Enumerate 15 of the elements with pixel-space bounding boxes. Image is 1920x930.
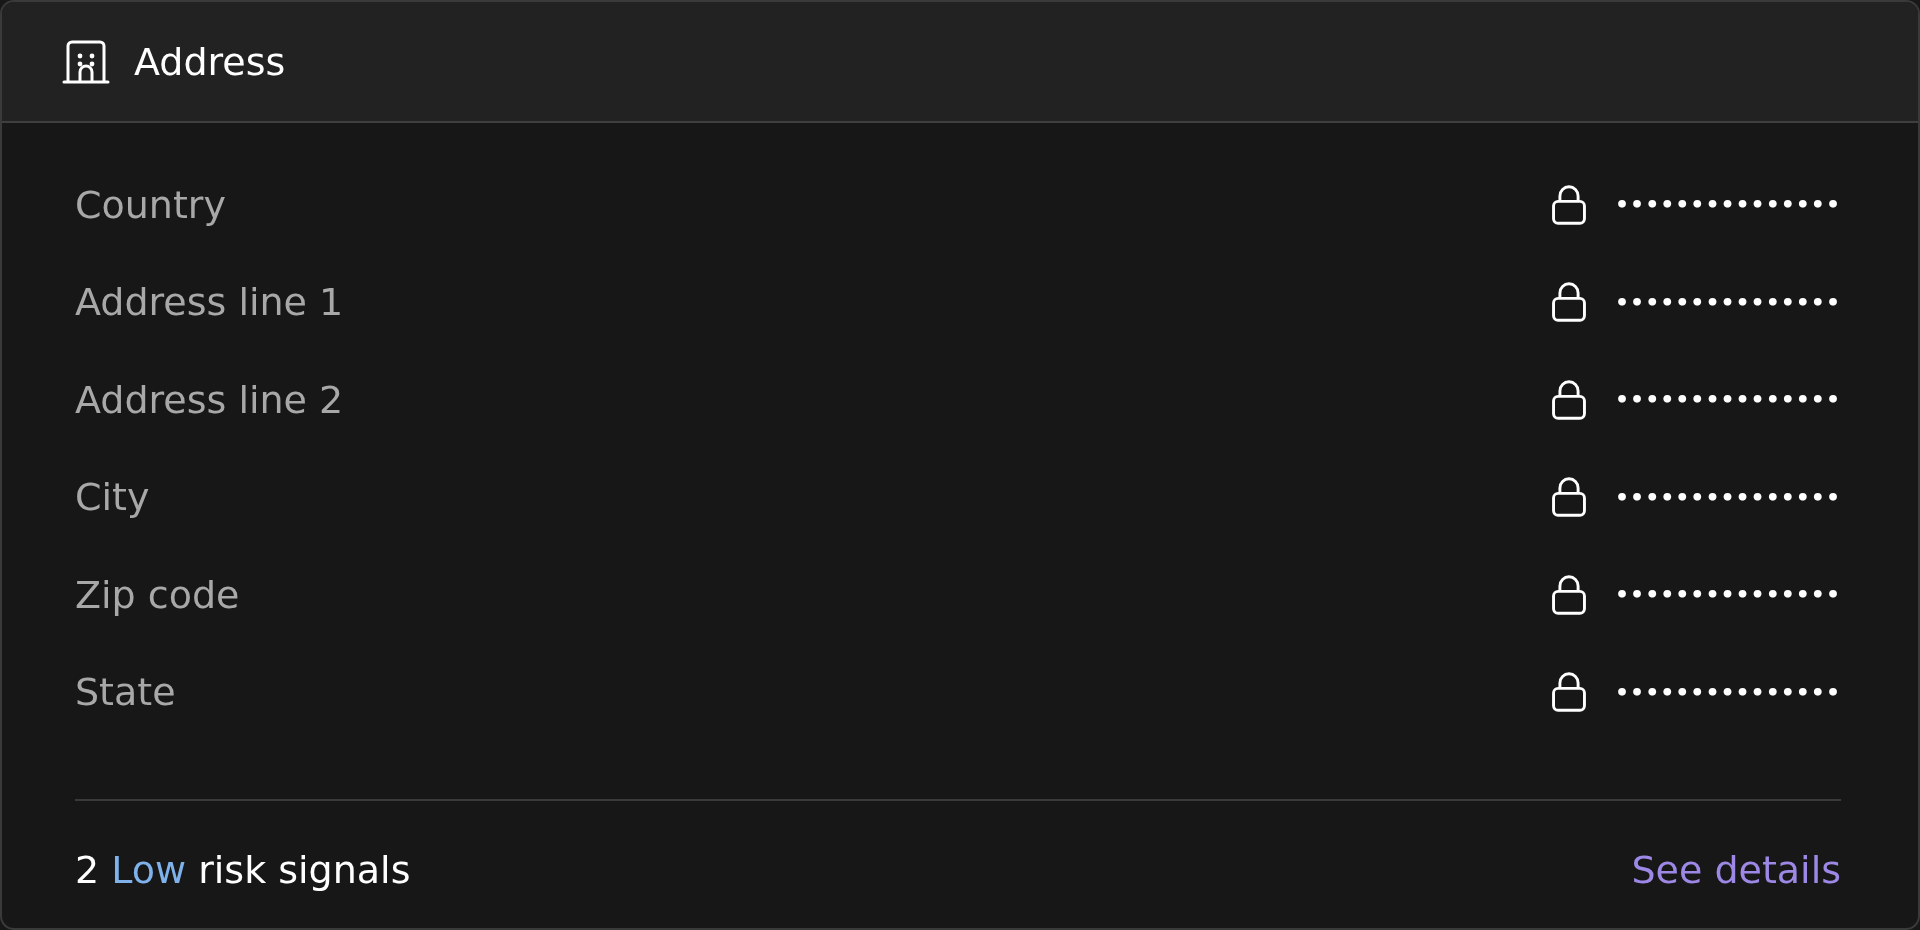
field-label: Address line 1 (75, 280, 344, 325)
masked-value: ••••••••••••••• (1615, 192, 1841, 218)
masked-value: ••••••••••••••• (1615, 582, 1841, 608)
field-label: Zip code (75, 572, 240, 617)
masked-value: ••••••••••••••• (1615, 484, 1841, 510)
masked-value: ••••••••••••••• (1615, 387, 1841, 413)
masked-value: ••••••••••••••• (1615, 679, 1841, 705)
field-label: State (75, 670, 176, 715)
card-title: Address (134, 39, 286, 84)
field-label: City (75, 475, 150, 520)
field-label: Address line 2 (75, 377, 344, 422)
field-label: Country (75, 182, 226, 227)
see-details-link[interactable]: See details (1631, 847, 1841, 892)
risk-summary: 2 Low risk signals (75, 847, 411, 892)
masked-value: ••••••••••••••• (1615, 289, 1841, 315)
